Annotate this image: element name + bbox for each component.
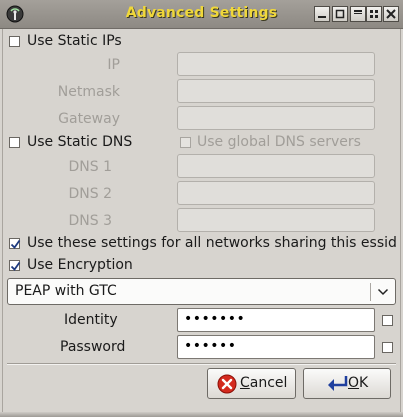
dns1-field[interactable] [177, 154, 375, 178]
show-password-checkbox[interactable] [382, 342, 393, 353]
close-window-button[interactable] [383, 6, 399, 22]
dns3-field[interactable] [177, 208, 375, 232]
ip-field[interactable] [177, 52, 375, 76]
cancel-label: Cancel [240, 375, 288, 391]
ip-label: IP [107, 57, 120, 73]
cancel-icon [217, 374, 237, 394]
password-label: Password [60, 339, 126, 355]
gateway-label: Gateway [58, 111, 120, 127]
title-bar[interactable]: Advanced Settings [0, 0, 403, 29]
ok-button[interactable]: OK [303, 368, 391, 399]
password-field[interactable]: •••••• [177, 335, 375, 359]
sticky-icon [370, 10, 378, 18]
minimize-button[interactable] [314, 6, 330, 22]
checkmark-icon [10, 239, 21, 249]
encryption-checkbox[interactable] [9, 260, 21, 271]
essid-label[interactable]: Use these settings for all networks shar… [27, 234, 397, 252]
shade-button[interactable] [350, 6, 366, 22]
minimize-icon [318, 16, 326, 18]
static-ips-checkbox[interactable] [9, 36, 20, 47]
dns2-label: DNS 2 [68, 186, 113, 202]
combo-separator [370, 283, 371, 301]
identity-label: Identity [64, 312, 118, 328]
show-identity-checkbox[interactable] [382, 315, 393, 326]
gateway-field[interactable] [177, 106, 375, 130]
restore-button[interactable] [332, 6, 348, 22]
ok-label: OK [348, 375, 369, 391]
identity-field[interactable]: ••••••• [177, 308, 375, 332]
enter-arrow-icon [328, 376, 348, 391]
netmask-label: Netmask [57, 84, 120, 100]
dns2-field[interactable] [177, 181, 375, 205]
chevron-down-icon [377, 288, 389, 296]
global-dns-label[interactable]: Use global DNS servers [197, 133, 361, 151]
cancel-button[interactable]: Cancel [207, 368, 296, 399]
restore-icon [335, 9, 345, 19]
sticky-button[interactable] [366, 6, 382, 22]
button-divider [7, 363, 396, 365]
netmask-field[interactable] [177, 79, 375, 103]
global-dns-checkbox[interactable] [180, 137, 191, 148]
dns1-label: DNS 1 [68, 159, 113, 175]
window-bottom-edge [0, 412, 403, 417]
static-dns-checkbox[interactable] [9, 137, 20, 148]
encryption-label[interactable]: Use Encryption [27, 256, 133, 274]
essid-checkbox[interactable] [9, 238, 21, 249]
close-icon [386, 9, 396, 19]
encryption-method-select[interactable]: PEAP with GTC [7, 278, 396, 305]
encryption-method-value: PEAP with GTC [15, 283, 117, 299]
shade-icon [354, 10, 362, 14]
static-dns-label[interactable]: Use Static DNS [27, 133, 132, 151]
static-ips-label[interactable]: Use Static IPs [27, 32, 122, 50]
checkmark-icon [10, 261, 21, 271]
dns3-label: DNS 3 [68, 213, 113, 229]
